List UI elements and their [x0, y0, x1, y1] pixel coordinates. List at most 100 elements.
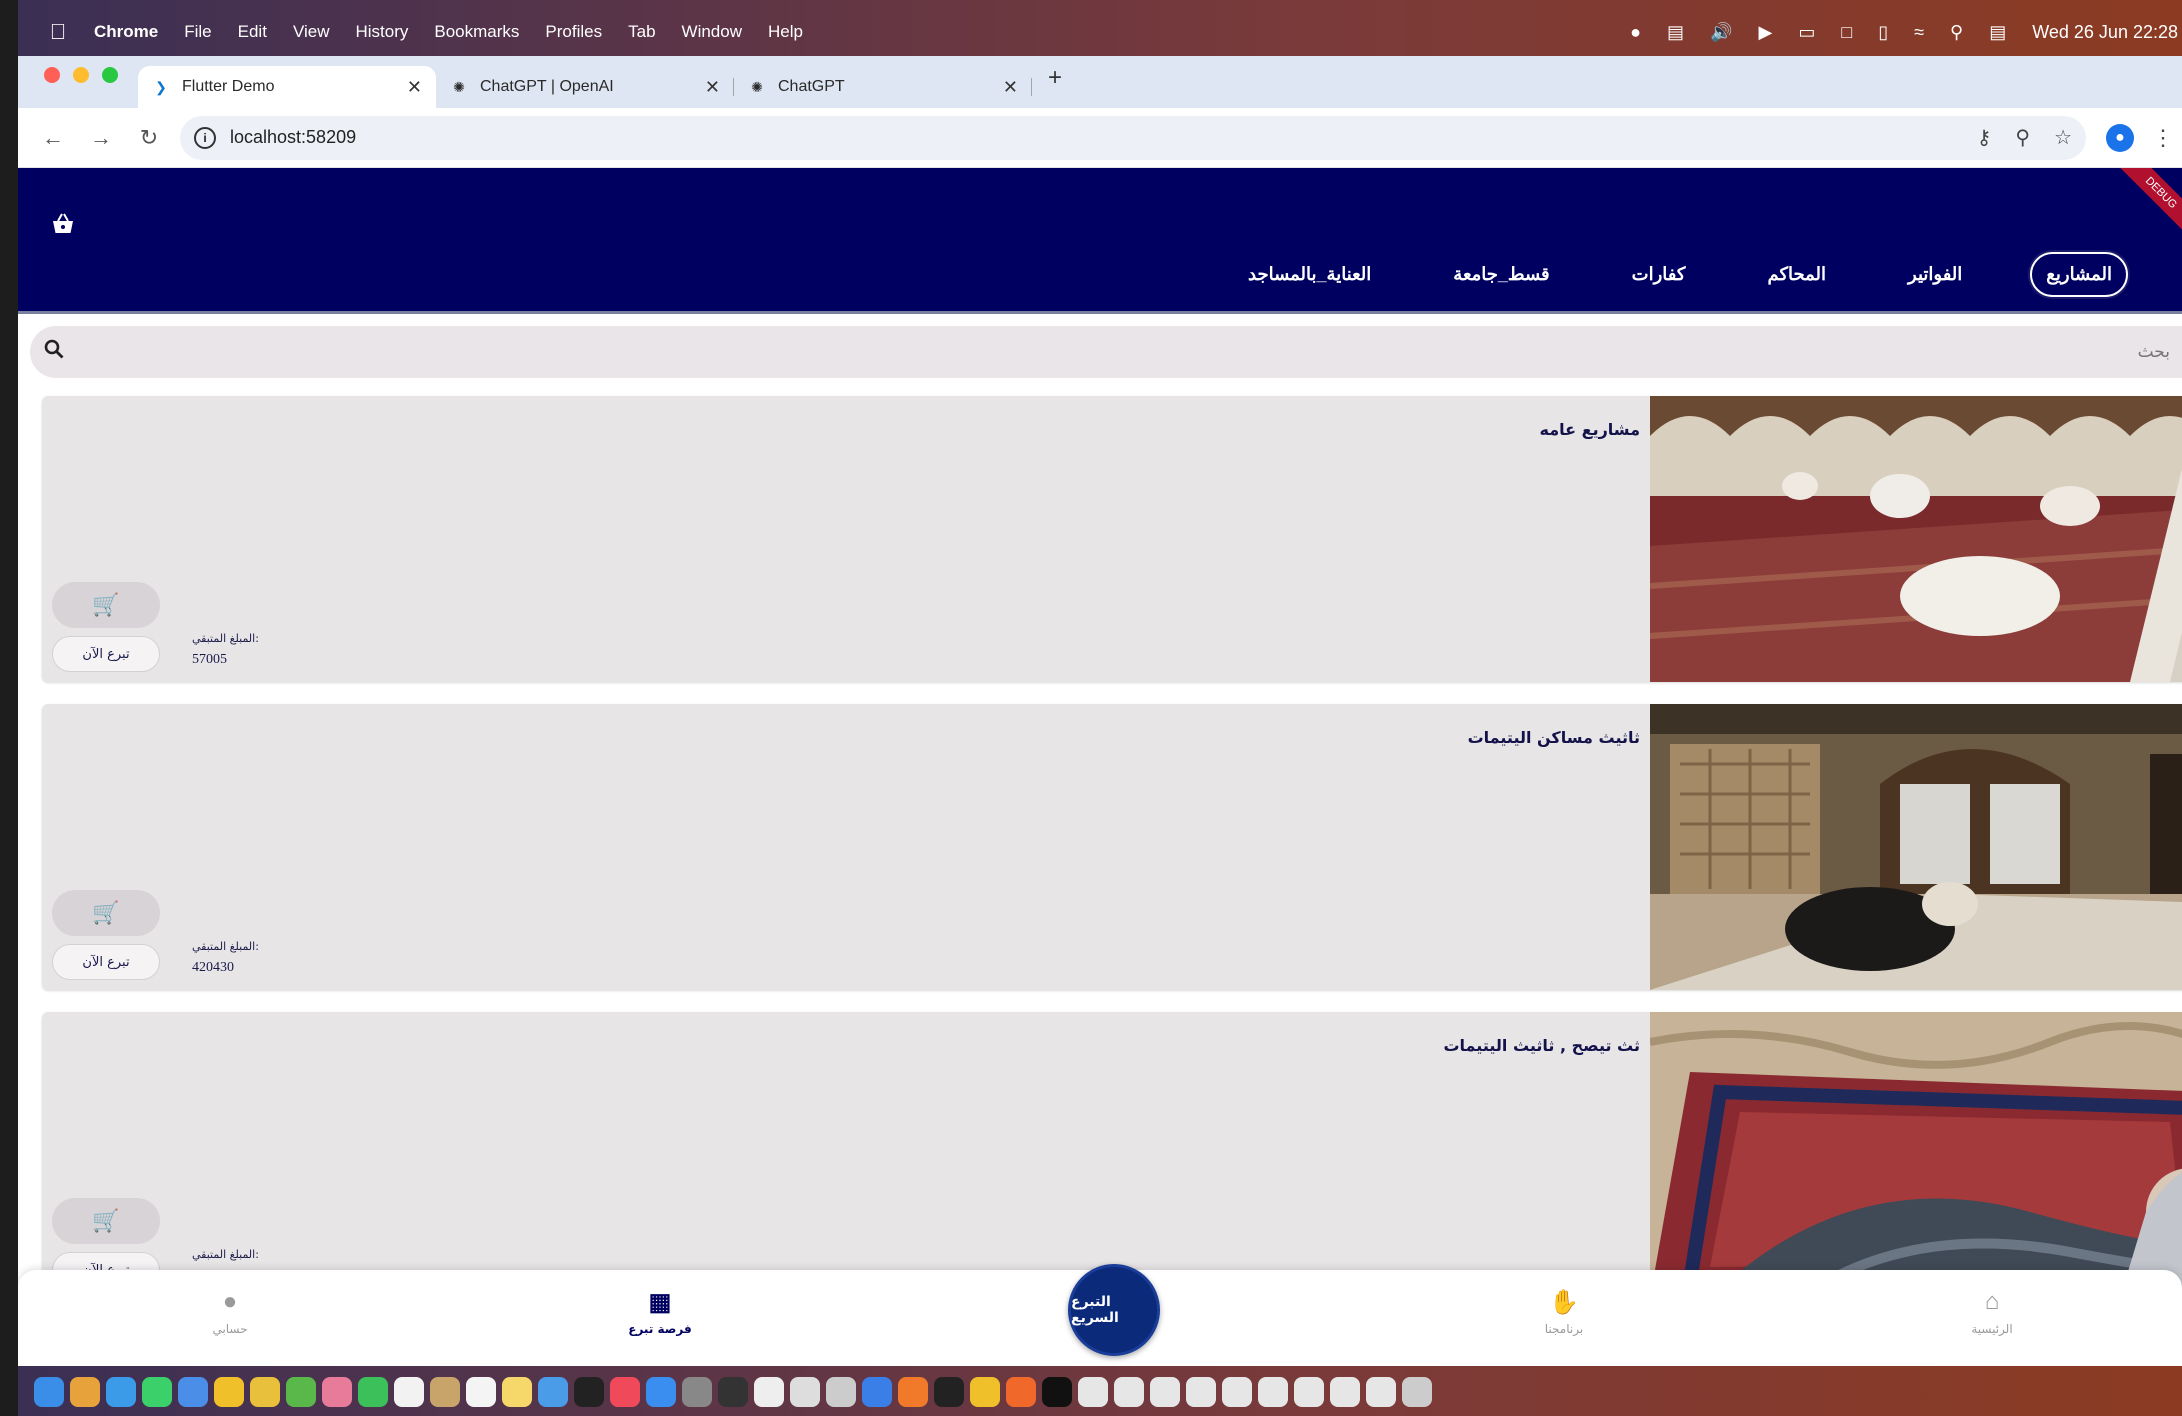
category-projects[interactable]: المشاريع	[2030, 252, 2128, 297]
close-tab-icon[interactable]: ✕	[1003, 77, 1018, 98]
volume-icon[interactable]: 🔊	[1710, 22, 1732, 43]
pages-icon[interactable]	[754, 1377, 784, 1407]
script-editor-icon[interactable]	[826, 1377, 856, 1407]
control-center-icon[interactable]: ▤	[1989, 22, 2006, 43]
password-key-icon[interactable]: ⚷	[1977, 125, 1992, 150]
launchpad-icon[interactable]	[70, 1377, 100, 1407]
add-to-cart-button[interactable]: 🛒	[52, 890, 160, 936]
chrome-alt-icon[interactable]	[970, 1377, 1000, 1407]
menu-window[interactable]: Window	[682, 22, 742, 42]
window-thumbnail-icon[interactable]	[1186, 1377, 1216, 1407]
battery-icon[interactable]: ▯	[1878, 22, 1888, 43]
window-thumbnail-icon[interactable]	[1150, 1377, 1180, 1407]
window-thumbnail-icon[interactable]	[1330, 1377, 1360, 1407]
chrome-canary-icon[interactable]	[250, 1377, 280, 1407]
contacts-icon[interactable]	[430, 1377, 460, 1407]
window-thumbnail-icon[interactable]	[1222, 1377, 1252, 1407]
finder-icon[interactable]	[34, 1377, 64, 1407]
project-card[interactable]: مشاريع عامه 🛒 تبرع الآن المبلغ المتبقي: …	[42, 396, 2182, 682]
menu-bookmarks[interactable]: Bookmarks	[434, 22, 519, 42]
reminders-icon[interactable]	[466, 1377, 496, 1407]
wifi-icon[interactable]: ≈	[1914, 22, 1924, 43]
nav-programs[interactable]: ✋ برنامجنا	[1504, 1288, 1624, 1336]
category-university-fees[interactable]: قسط_جامعة	[1439, 254, 1563, 295]
search-icon[interactable]	[44, 339, 72, 365]
close-tab-icon[interactable]: ✕	[407, 77, 422, 98]
terminal-icon[interactable]	[718, 1377, 748, 1407]
safari-icon[interactable]	[106, 1377, 136, 1407]
menu-app-name[interactable]: Chrome	[94, 22, 158, 42]
window-thumbnail-icon[interactable]	[1258, 1377, 1288, 1407]
mail-icon[interactable]	[178, 1377, 208, 1407]
search-input[interactable]	[72, 342, 2182, 362]
tab-chatgpt-openai[interactable]: ✺ ChatGPT | OpenAI ✕	[436, 66, 734, 108]
zoom-window-button[interactable]	[102, 67, 118, 83]
more-menu-icon[interactable]: ⋮	[2152, 125, 2174, 151]
menu-view[interactable]: View	[293, 22, 330, 42]
console-icon[interactable]	[934, 1377, 964, 1407]
sublime-icon[interactable]	[1006, 1377, 1036, 1407]
menu-edit[interactable]: Edit	[238, 22, 267, 42]
notes-icon[interactable]	[502, 1377, 532, 1407]
freeform-icon[interactable]	[538, 1377, 568, 1407]
window-thumbnail-icon[interactable]	[1366, 1377, 1396, 1407]
spotlight-search-icon[interactable]: ⚲	[1950, 22, 1963, 43]
menu-history[interactable]: History	[355, 22, 408, 42]
donate-now-button[interactable]: تبرع الآن	[52, 636, 160, 672]
minimize-window-button[interactable]	[73, 67, 89, 83]
menubar-clock[interactable]: Wed 26 Jun 22:28	[2032, 22, 2178, 43]
add-to-cart-button[interactable]: 🛒	[52, 1198, 160, 1244]
app-store-icon[interactable]	[646, 1377, 676, 1407]
keyboard-input-icon[interactable]: □	[1841, 22, 1852, 43]
basket-icon[interactable]	[50, 212, 76, 243]
category-expiations[interactable]: كفارات	[1618, 254, 1700, 295]
menu-file[interactable]: File	[184, 22, 211, 42]
system-settings-icon[interactable]	[682, 1377, 712, 1407]
messages-icon[interactable]	[142, 1377, 172, 1407]
zoom-icon[interactable]: ⚲	[2015, 125, 2030, 150]
nav-home[interactable]: ⌂ الرئيسية	[1932, 1288, 2052, 1336]
donate-now-button[interactable]: تبرع الآن	[52, 944, 160, 980]
photos-icon[interactable]	[322, 1377, 352, 1407]
close-tab-icon[interactable]: ✕	[705, 77, 720, 98]
window-thumbnail-icon[interactable]	[1078, 1377, 1108, 1407]
trash-icon[interactable]	[1402, 1377, 1432, 1407]
new-tab-icon[interactable]: +	[1032, 64, 1078, 100]
project-card[interactable]: ثث تيصح , ثاثيث اليتيمات 🛒 تبرع الآن الم…	[42, 1012, 2182, 1298]
tv-icon[interactable]	[574, 1377, 604, 1407]
category-courts[interactable]: المحاكم	[1753, 254, 1840, 295]
facetime-icon[interactable]	[358, 1377, 388, 1407]
project-card[interactable]: ثاثيث مساكن اليتيمات 🛒 تبرع الآن المبلغ …	[42, 704, 2182, 990]
site-info-icon[interactable]: i	[194, 126, 216, 149]
menu-profiles[interactable]: Profiles	[545, 22, 602, 42]
window-thumbnail-icon[interactable]	[1042, 1377, 1072, 1407]
quick-donate-button[interactable]: التبرع السريع	[1068, 1264, 1160, 1356]
record-icon[interactable]: ●	[1630, 22, 1641, 43]
url-text[interactable]: localhost:58209	[230, 127, 356, 148]
tab-chatgpt[interactable]: ✺ ChatGPT ✕	[734, 66, 1032, 108]
nav-account[interactable]: ● حسابي	[170, 1288, 290, 1336]
reload-icon[interactable]: ↻	[136, 125, 162, 151]
swift-icon[interactable]	[898, 1377, 928, 1407]
menu-help[interactable]: Help	[768, 22, 803, 42]
preview-icon[interactable]	[790, 1377, 820, 1407]
tab-flutter-demo[interactable]: ❯ Flutter Demo ✕	[138, 66, 436, 108]
calendar-icon[interactable]	[394, 1377, 424, 1407]
window-thumbnail-icon[interactable]	[1114, 1377, 1144, 1407]
close-window-button[interactable]	[44, 67, 60, 83]
profile-avatar-icon[interactable]: ●	[2106, 123, 2134, 152]
nav-donation-opportunity[interactable]: ▦ فرصة تبرع	[600, 1288, 720, 1336]
maps-icon[interactable]	[286, 1377, 316, 1407]
forward-icon[interactable]: →	[88, 125, 114, 151]
play-icon[interactable]: ▶	[1758, 22, 1772, 43]
bookmark-star-icon[interactable]: ☆	[2054, 125, 2072, 150]
window-thumbnail-icon[interactable]	[1294, 1377, 1324, 1407]
pasteboard-icon[interactable]: ▤	[1667, 22, 1684, 43]
menu-tab[interactable]: Tab	[628, 22, 655, 42]
category-mosque-care[interactable]: العناية_بالمساجد	[1234, 254, 1385, 295]
add-to-cart-button[interactable]: 🛒	[52, 582, 160, 628]
display-icon[interactable]: ▭	[1798, 22, 1815, 43]
address-bar[interactable]: i localhost:58209 ⚷ ⚲ ☆	[180, 115, 2086, 160]
apple-icon[interactable]: 	[38, 19, 78, 45]
vscode-icon[interactable]	[862, 1377, 892, 1407]
